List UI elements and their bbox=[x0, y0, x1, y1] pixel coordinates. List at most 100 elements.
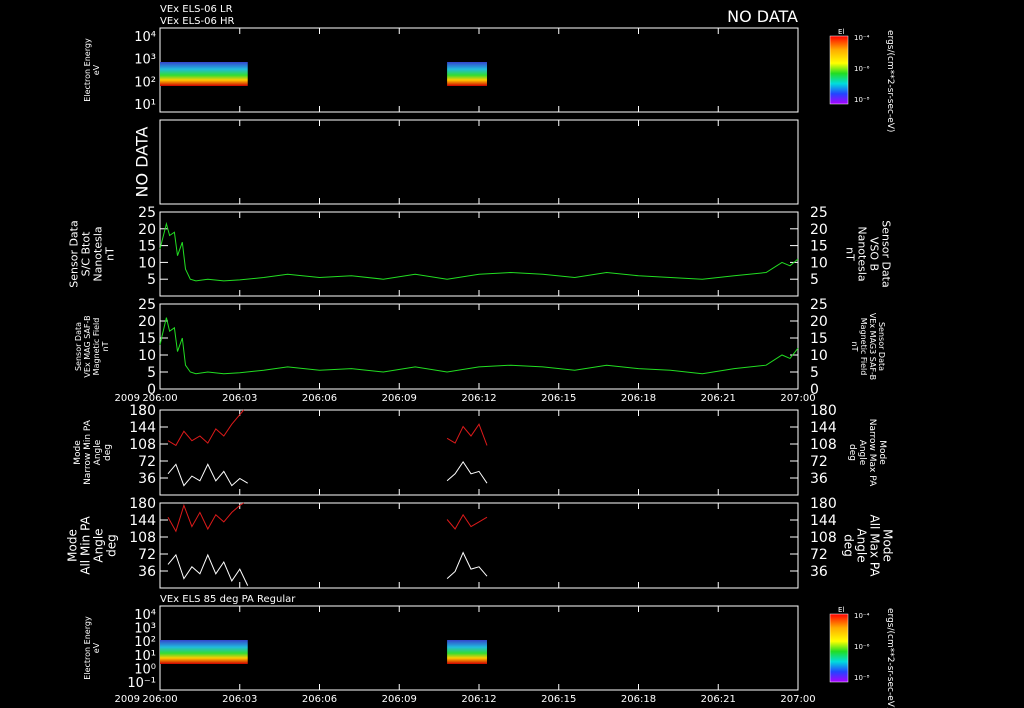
y-axis-label-0-line: Electron Energy bbox=[83, 38, 92, 102]
panel-frame-1 bbox=[159, 119, 799, 205]
y-tick-label-right: 36 bbox=[810, 471, 828, 487]
y-tick-label: 15 bbox=[138, 239, 156, 255]
y-tick-label: 180 bbox=[129, 496, 156, 512]
y-tick-label: 108 bbox=[129, 437, 156, 453]
y-tick-label-right: 108 bbox=[810, 437, 837, 453]
spectrogram-block bbox=[447, 640, 487, 664]
y-tick-label: 5 bbox=[147, 365, 156, 381]
y-tick-label: 10 bbox=[138, 255, 156, 271]
y-axis-label-right-4-line: Mode bbox=[877, 440, 887, 465]
colorbar-unit-0: ergs/(cm**2-sr-sec-eV) bbox=[885, 30, 895, 132]
colorbar-tick-label: 10⁻⁶ bbox=[854, 65, 870, 73]
y-axis-label-5-line: All Min PA bbox=[79, 515, 93, 574]
spectrogram-block bbox=[447, 62, 487, 86]
y-tick-label-right: 180 bbox=[810, 403, 837, 419]
y-axis-label-4: Mode Narrow Min PA Angle deg bbox=[73, 419, 113, 485]
time-tick-label: 206:06 bbox=[302, 393, 337, 404]
time-tick-label: 206:09 bbox=[382, 694, 417, 705]
y-axis-label-4-line: Narrow Min PA bbox=[83, 419, 93, 485]
y-axis-label-3-line: VEx MAG SAF-B bbox=[83, 315, 92, 377]
y-tick-label: 10² bbox=[134, 75, 156, 90]
colorbar-tick-label: 10⁻⁴ bbox=[854, 34, 870, 42]
y-axis-label-2: Sensor DataS/C Btot Nanotesla nT bbox=[68, 220, 117, 287]
y-tick-label-right: 144 bbox=[810, 420, 837, 436]
y-tick-label: 108 bbox=[129, 530, 156, 546]
y-tick-label-right: 5 bbox=[810, 272, 819, 288]
time-tick-label: 206:03 bbox=[222, 393, 257, 404]
y-tick-label: 10³ bbox=[134, 53, 156, 68]
no-data-label-top: NO DATA bbox=[727, 7, 798, 26]
y-tick-label-right: 25 bbox=[810, 205, 828, 221]
y-axis-label-right-4-line: Angle bbox=[857, 440, 867, 466]
year-label: 2009 bbox=[115, 694, 140, 705]
time-tick-label: 206:00 bbox=[142, 694, 177, 705]
colorbar-unit-text: ergs/(cm**2-sr-sec-eV) bbox=[885, 30, 895, 132]
colorbar-title: El bbox=[838, 28, 844, 36]
panel-frame-2 bbox=[159, 211, 799, 297]
y-axis-label-right-4-line: deg bbox=[847, 444, 857, 461]
plot-canvas: VEx ELS-06 LR VEx ELS-06 HR NO DATA VEx … bbox=[66, 4, 896, 708]
y-axis-label-right-3-line: Sensor Data bbox=[877, 322, 886, 371]
time-tick-label: 206:03 bbox=[222, 694, 257, 705]
y-axis-label-3-line: nT bbox=[101, 341, 110, 351]
y-tick-label: 25 bbox=[138, 205, 156, 221]
y-tick-label-right: 108 bbox=[810, 530, 837, 546]
y-axis-label-5-line: Mode bbox=[66, 529, 80, 562]
y-axis-label-3-line: Magnetic Field bbox=[92, 318, 101, 376]
header-line1: VEx ELS-06 LR bbox=[160, 4, 233, 15]
y-axis-label-4-line: deg bbox=[103, 444, 113, 461]
y-tick-label-right: 10 bbox=[810, 348, 828, 364]
y-tick-label-right: 20 bbox=[810, 314, 828, 330]
y-tick-label: 36 bbox=[138, 471, 156, 487]
y-tick-label-right: 15 bbox=[810, 331, 828, 347]
panel-frame-5 bbox=[159, 502, 799, 589]
y-tick-label: 15 bbox=[138, 331, 156, 347]
no-data-panel-label: NO DATA bbox=[132, 127, 151, 198]
y-axis-label-right-5-line: Angle bbox=[855, 528, 869, 562]
y-axis-label-4-line: Mode bbox=[73, 440, 83, 465]
series-line-3 bbox=[159, 317, 799, 375]
y-tick-label: 10¹ bbox=[134, 98, 156, 113]
y-tick-label: 5 bbox=[147, 272, 156, 288]
y-axis-label-5: Mode All Min PA Angle deg bbox=[66, 515, 119, 574]
pa-series-red-0 bbox=[167, 502, 244, 533]
y-tick-label-right: 180 bbox=[810, 496, 837, 512]
y-axis-label-6: Electron Energy eV bbox=[83, 616, 101, 680]
pa-series-white-1 bbox=[446, 551, 488, 579]
colorbar-tick-label: 10⁻⁶ bbox=[854, 643, 870, 651]
y-tick-label-right: 36 bbox=[810, 564, 828, 580]
y-tick-label: 10 bbox=[138, 348, 156, 364]
y-axis-label-4-line: Angle bbox=[93, 439, 103, 465]
y-tick-label: 144 bbox=[129, 420, 156, 436]
colorbar-unit-6: ergs/(cm**2-sr-sec-eV) bbox=[885, 608, 895, 708]
time-tick-label: 206:12 bbox=[461, 393, 496, 404]
y-tick-label: 180 bbox=[129, 403, 156, 419]
spectrogram-block bbox=[160, 62, 248, 86]
y-axis-label-3-line: Sensor Data bbox=[74, 322, 83, 371]
no-data-panel-label-line: NO DATA bbox=[132, 127, 151, 198]
y-tick-label-right: 15 bbox=[810, 239, 828, 255]
colorbar bbox=[829, 613, 849, 683]
pa-series-white-0 bbox=[167, 463, 248, 487]
y-tick-label-right: 20 bbox=[810, 222, 828, 238]
y-axis-label-6-line: eV bbox=[92, 642, 101, 653]
y-tick-label: 36 bbox=[138, 564, 156, 580]
pa-series-red-0 bbox=[167, 409, 245, 447]
pa-series-red-1 bbox=[446, 423, 488, 446]
y-tick-label: 10⁴ bbox=[134, 30, 156, 45]
time-tick-label: 206:15 bbox=[541, 393, 576, 404]
time-tick-label: 206:21 bbox=[701, 393, 736, 404]
y-axis-label-right-4-line: Narrow Max PA bbox=[867, 419, 877, 487]
y-tick-label: 72 bbox=[138, 547, 156, 563]
colorbar-unit-text: ergs/(cm**2-sr-sec-eV) bbox=[885, 608, 895, 708]
panel-frame-4 bbox=[159, 409, 799, 496]
y-tick-label-right: 25 bbox=[810, 297, 828, 313]
y-tick-label: 25 bbox=[138, 297, 156, 313]
colorbar-tick-label: 10⁻⁸ bbox=[854, 96, 870, 104]
header-line2: VEx ELS-06 HR bbox=[160, 16, 235, 27]
time-tick-label: 206:06 bbox=[302, 694, 337, 705]
y-axis-label-right-5: ModeAll Max PAAngledeg bbox=[842, 515, 895, 578]
colorbar-title: El bbox=[838, 606, 844, 614]
y-axis-label-right-3-line: VEx MAG3 SAF-B bbox=[868, 313, 877, 380]
y-axis-label-right-5-line: Mode bbox=[881, 529, 895, 562]
